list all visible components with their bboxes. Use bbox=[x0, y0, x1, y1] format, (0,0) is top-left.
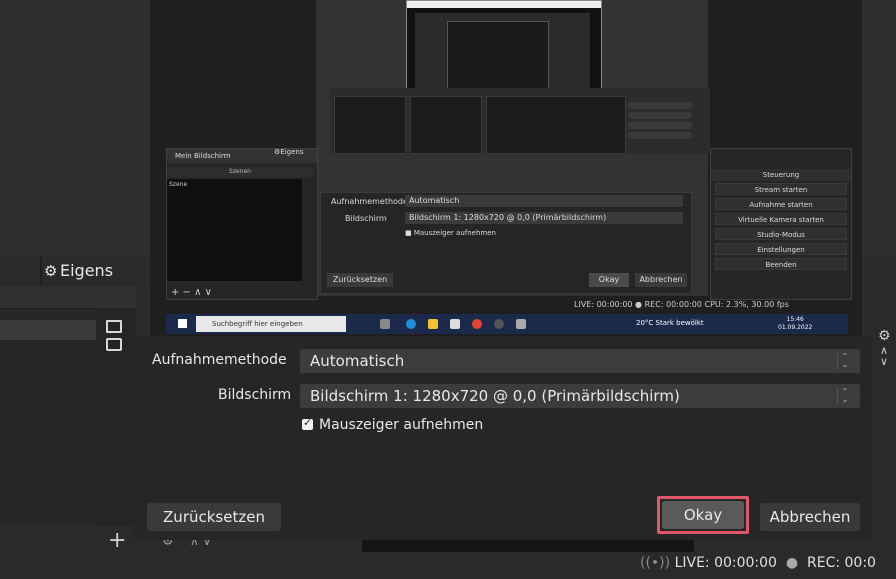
preview-screenshot: Mein Bildschirm Szenen Szene + − ∧ ∨ ⚙Ei… bbox=[150, 0, 862, 336]
cursor-checkbox-label: Mauszeiger aufnehmen bbox=[319, 417, 484, 433]
preview-control-button: Stream starten bbox=[715, 183, 847, 195]
cancel-button[interactable]: Abbrechen bbox=[760, 503, 860, 531]
nested-sources bbox=[410, 96, 482, 154]
preview-scenes-list: Szene bbox=[167, 179, 302, 281]
nested-button bbox=[628, 132, 692, 139]
capture-method-select[interactable]: Automatisch ⌃ ⌄ bbox=[300, 349, 860, 373]
chrome-icon bbox=[472, 319, 482, 329]
nested-mixer bbox=[486, 96, 626, 154]
preview-cursor-checkbox: ■ Mauszeiger aufnehmen bbox=[405, 229, 496, 237]
okay-button[interactable]: Okay bbox=[662, 501, 744, 529]
rec-dot-icon: ● bbox=[781, 555, 803, 571]
preview-taskbar-search: Suchbegriff hier eingeben bbox=[196, 316, 346, 332]
preview-properties-label: ⚙Eigens bbox=[274, 148, 304, 156]
sources-panel-header bbox=[96, 286, 136, 308]
live-indicator-icon: ((•)) bbox=[640, 555, 671, 571]
camera-icon bbox=[106, 338, 122, 351]
cursor-checkbox[interactable] bbox=[302, 416, 313, 430]
preview-scene-item: Szene bbox=[169, 181, 188, 188]
spinner-arrows-icon: ⌃ ⌄ bbox=[837, 388, 852, 404]
task-view-icon bbox=[380, 319, 390, 329]
preview-cancel-button: Abbrechen bbox=[635, 273, 687, 287]
preview-controls-header: Steuerung bbox=[711, 169, 851, 181]
preview-control-button: Beenden bbox=[715, 258, 847, 270]
preview-display-field: Bildschirm 1: 1280x720 @ 0,0 (Primärbild… bbox=[405, 212, 683, 224]
display-select[interactable]: Bildschirm 1: 1280x720 @ 0,0 (Primärbild… bbox=[300, 384, 860, 408]
preview-weather: 20°C Stark bewölkt bbox=[636, 319, 704, 327]
preview-properties-dialog: Aufnahmemethode Automatisch Bildschirm B… bbox=[320, 192, 692, 294]
status-live: LIVE: 00:00:00 bbox=[674, 555, 777, 571]
display-label: Bildschirm bbox=[218, 387, 292, 403]
scenes-panel bbox=[0, 286, 97, 526]
explorer-icon bbox=[428, 319, 438, 329]
preview-capture-method-label: Aufnahmemethode bbox=[331, 197, 408, 206]
preview-scenes-panel: Mein Bildschirm Szenen Szene + − ∧ ∨ bbox=[166, 148, 318, 300]
windows-logo-icon bbox=[178, 319, 187, 328]
preview-control-button: Virtuelle Kamera starten bbox=[715, 213, 847, 225]
gear-icon[interactable]: ⚙ bbox=[878, 328, 891, 344]
preview-reset-button: Zurücksetzen bbox=[327, 273, 393, 287]
app-icon bbox=[516, 319, 526, 329]
chevron-up-down-icon[interactable]: ∧ ∨ bbox=[880, 345, 888, 367]
scenes-panel-header bbox=[0, 286, 96, 309]
mail-icon bbox=[450, 319, 460, 329]
preview-scenes-header: Szenen bbox=[167, 167, 313, 177]
preview-display-label: Bildschirm bbox=[345, 214, 387, 223]
spinner-arrows-icon: ⌃ ⌄ bbox=[837, 353, 852, 369]
capture-method-label: Aufnahmemethode bbox=[152, 352, 287, 368]
properties-tab-label: Eigens bbox=[60, 261, 114, 280]
nested-button bbox=[628, 102, 692, 109]
preview-clock: 15:46 01.09.2022 bbox=[778, 316, 813, 331]
edge-icon bbox=[406, 319, 416, 329]
preview-capture-method-field: Automatisch bbox=[405, 195, 683, 207]
preview-scene-controls: + − ∧ ∨ bbox=[171, 287, 212, 298]
nested-window-titlebar bbox=[407, 1, 601, 8]
preview-control-button: Studio-Modus bbox=[715, 228, 847, 240]
right-panel-edge bbox=[872, 286, 896, 526]
preview-control-button: Einstellungen bbox=[715, 243, 847, 255]
preview-taskbar: Suchbegriff hier eingeben 20°C Stark bew… bbox=[166, 314, 848, 334]
nested-scenes bbox=[334, 96, 406, 154]
add-source-icon[interactable]: + bbox=[108, 528, 126, 553]
status-rec: REC: 00:0 bbox=[807, 555, 876, 571]
nested-window-preview bbox=[447, 21, 549, 93]
audio-meter bbox=[362, 540, 694, 552]
nested-panels bbox=[330, 88, 710, 154]
preview-control-button: Aufnahme starten bbox=[715, 198, 847, 210]
nested-button bbox=[628, 122, 692, 129]
preview-controls-panel: Steuerung Stream starten Aufnahme starte… bbox=[710, 148, 852, 300]
reset-button[interactable]: Zurücksetzen bbox=[147, 503, 281, 531]
gear-icon: ⚙ bbox=[44, 262, 58, 280]
selected-scene-row[interactable] bbox=[0, 320, 96, 340]
monitor-icon bbox=[106, 320, 122, 333]
nested-button bbox=[628, 112, 692, 119]
obs-icon bbox=[494, 319, 504, 329]
preview-okay-button: Okay bbox=[589, 273, 629, 287]
status-bar: ((•)) LIVE: 00:00:00 ● REC: 00:0 bbox=[640, 555, 876, 571]
preview-status-text: LIVE: 00:00:00 ● REC: 00:00:00 CPU: 2.3%… bbox=[574, 300, 789, 309]
